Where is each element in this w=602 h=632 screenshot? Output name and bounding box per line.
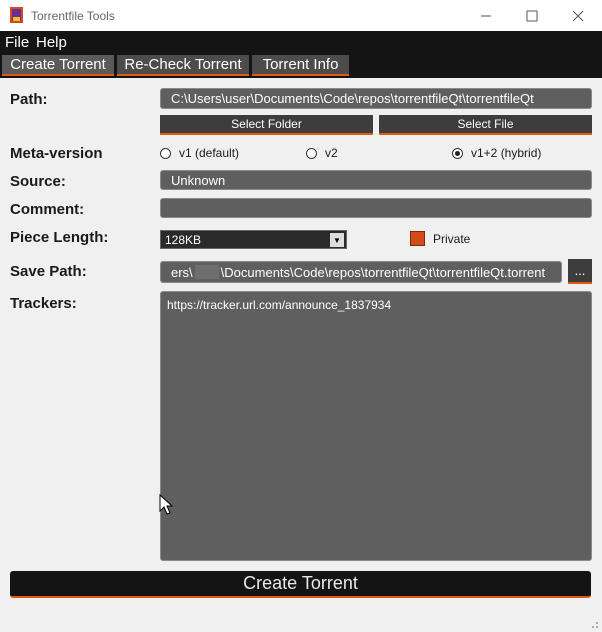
close-button[interactable] — [555, 0, 601, 31]
comment-label: Comment: — [10, 201, 85, 218]
piece-length-label: Piece Length: — [10, 229, 109, 246]
resize-grip-icon[interactable] — [589, 619, 599, 629]
source-label: Source: — [10, 173, 66, 190]
save-path-input[interactable]: ers\ \Documents\Code\repos\torrentfileQt… — [160, 261, 562, 283]
radio-v2-label: v2 — [325, 146, 338, 160]
app-icon — [10, 7, 23, 23]
close-icon — [572, 10, 584, 21]
menu-help[interactable]: Help — [36, 34, 67, 51]
radio-hybrid-indicator — [452, 147, 463, 159]
trackers-textarea[interactable]: https://tracker.url.com/announce_1837934 — [160, 291, 592, 561]
create-torrent-button[interactable]: Create Torrent — [10, 571, 591, 598]
tab-bar: Create Torrent Re-Check Torrent Torrent … — [0, 53, 602, 78]
source-input[interactable]: Unknown — [160, 170, 592, 190]
private-label: Private — [433, 231, 471, 246]
maximize-button[interactable] — [509, 0, 555, 31]
maximize-icon — [526, 10, 538, 21]
save-path-prefix: ers\ — [171, 264, 193, 280]
radio-v2[interactable]: v2 — [306, 146, 338, 160]
redacted-block — [194, 265, 219, 279]
minimize-icon — [481, 15, 491, 16]
trackers-label: Trackers: — [10, 295, 77, 312]
minimize-button[interactable] — [463, 0, 509, 31]
radio-v1[interactable]: v1 (default) — [160, 146, 239, 160]
path-input[interactable]: C:\Users\user\Documents\Code\repos\torre… — [160, 88, 592, 109]
select-file-button[interactable]: Select File — [379, 115, 592, 135]
mouse-cursor-icon — [159, 494, 173, 515]
chevron-down-icon: ▼ — [330, 233, 344, 247]
radio-v2-indicator — [306, 147, 317, 159]
piece-length-select[interactable]: 128KB ▼ — [160, 230, 347, 249]
tab-recheck-torrent[interactable]: Re-Check Torrent — [117, 55, 249, 76]
piece-length-value: 128KB — [165, 232, 202, 247]
window-title: Torrentfile Tools — [31, 9, 115, 23]
tracker-url: https://tracker.url.com/announce_1837934 — [167, 298, 392, 312]
browse-button[interactable]: ... — [568, 259, 592, 284]
path-label: Path: — [10, 91, 48, 108]
menu-file[interactable]: File — [5, 34, 29, 51]
save-path-text: \Documents\Code\repos\torrentfileQt\torr… — [220, 264, 546, 280]
comment-input[interactable] — [160, 198, 592, 218]
status-bar — [0, 610, 602, 632]
tab-torrent-info[interactable]: Torrent Info — [252, 55, 349, 76]
save-path-label: Save Path: — [10, 263, 87, 280]
title-bar: Torrentfile Tools — [0, 0, 602, 31]
select-folder-button[interactable]: Select Folder — [160, 115, 373, 135]
tab-create-torrent[interactable]: Create Torrent — [2, 55, 114, 76]
meta-version-label: Meta-version — [10, 145, 103, 162]
private-checkbox[interactable]: Private — [410, 231, 470, 246]
radio-v1-label: v1 (default) — [179, 146, 240, 160]
radio-v1-indicator — [160, 147, 171, 159]
private-checkbox-box — [410, 231, 425, 246]
radio-hybrid[interactable]: v1+2 (hybrid) — [452, 146, 541, 160]
menu-bar: File Help — [0, 31, 602, 53]
radio-hybrid-label: v1+2 (hybrid) — [471, 146, 542, 160]
